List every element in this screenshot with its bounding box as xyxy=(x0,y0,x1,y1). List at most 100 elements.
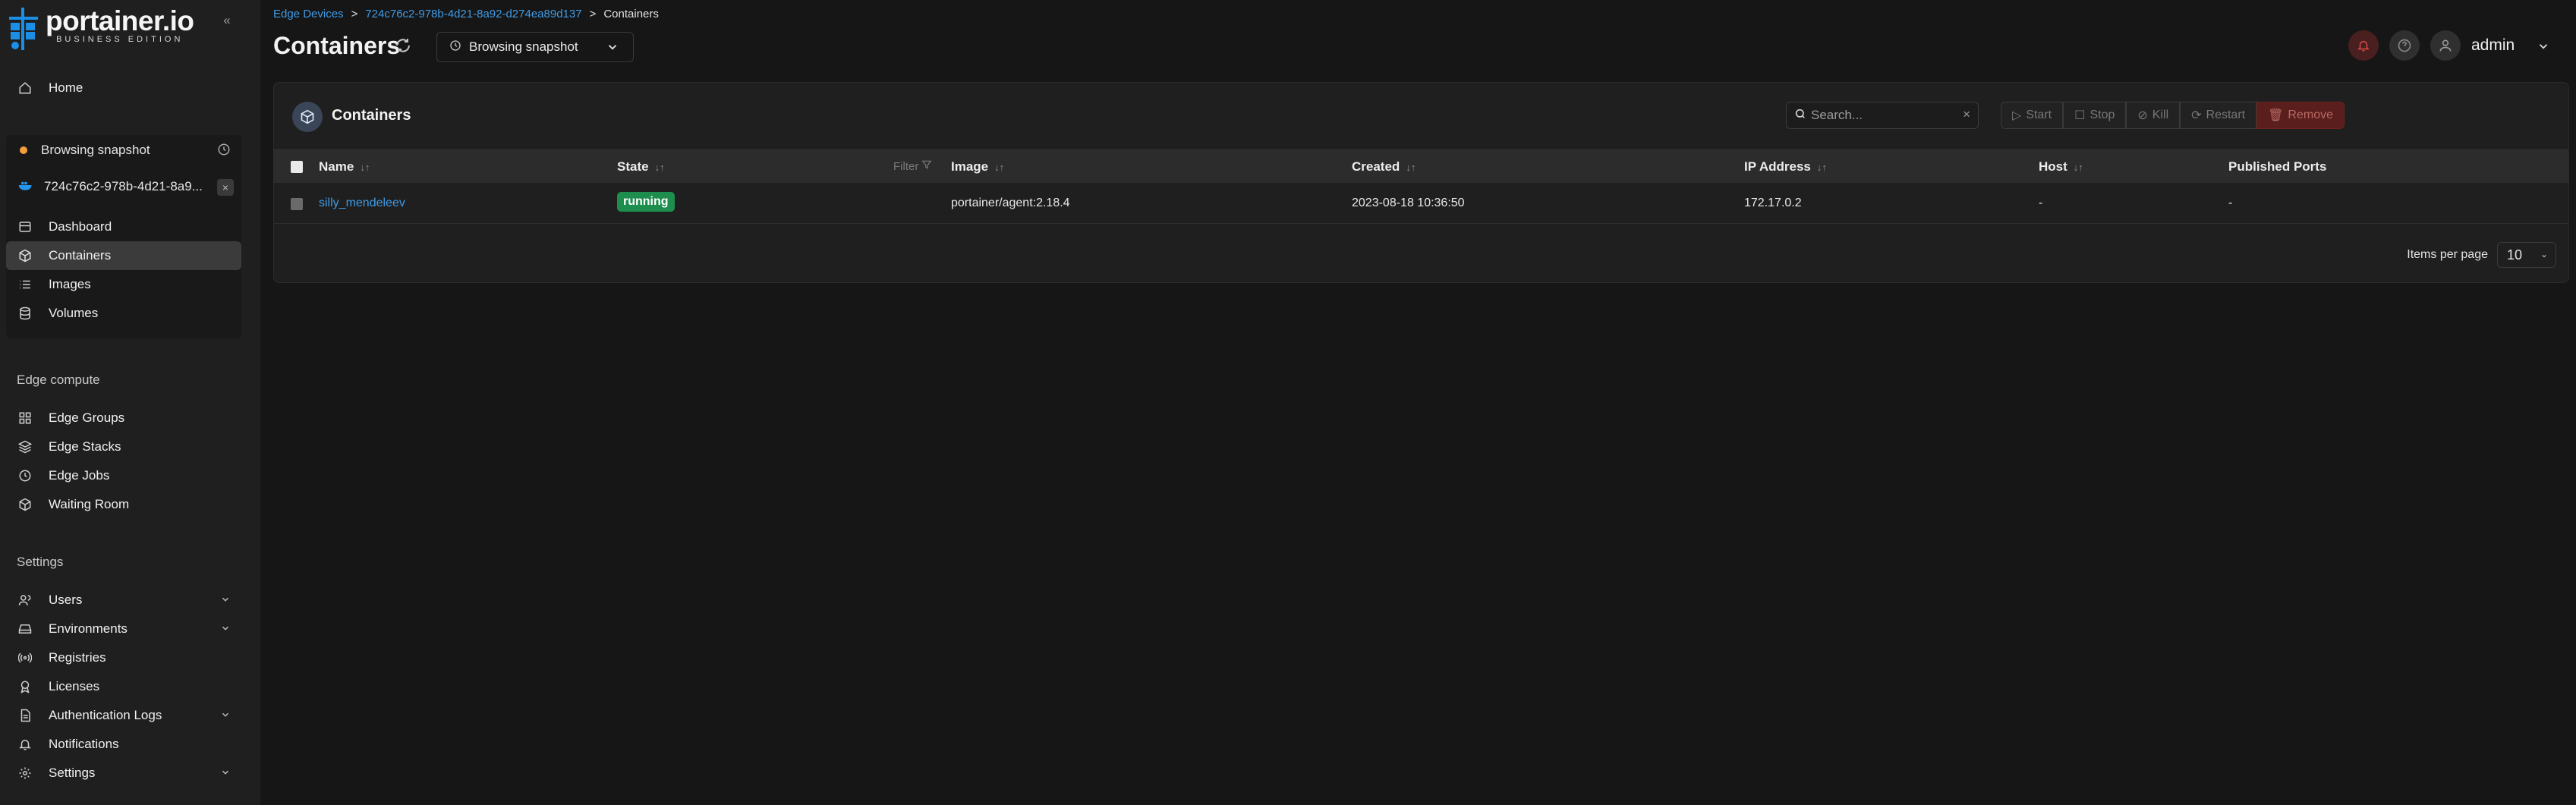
chevron-down-icon[interactable] xyxy=(220,766,231,781)
header-actions: admin xyxy=(2348,30,2576,64)
notifications-bell-icon[interactable] xyxy=(2348,30,2379,61)
portainer-logo[interactable]: portainer.io BUSINESS EDITION xyxy=(5,6,194,52)
sort-icon: ↓↑ xyxy=(2073,161,2083,173)
sidebar-item-edge-stacks[interactable]: Edge Stacks xyxy=(6,432,241,461)
chevron-down-icon[interactable] xyxy=(220,593,231,608)
box-icon xyxy=(17,496,33,513)
column-image-label: Image xyxy=(951,159,989,174)
sidebar-item-users[interactable]: Users xyxy=(6,586,241,615)
stop-button[interactable]: ☐ Stop xyxy=(2063,102,2127,129)
sort-icon: ↓↑ xyxy=(1406,161,1416,173)
sidebar-item-edge-jobs[interactable]: Edge Jobs xyxy=(6,461,241,490)
history-icon xyxy=(449,39,461,55)
clock-icon xyxy=(17,467,33,484)
username[interactable]: admin xyxy=(2471,36,2515,55)
chevron-down-icon[interactable] xyxy=(220,709,231,724)
container-name-link[interactable]: silly_mendeleev xyxy=(319,197,405,210)
history-icon[interactable] xyxy=(217,143,231,160)
sidebar-item-label: Waiting Room xyxy=(49,497,130,511)
column-created-label: Created xyxy=(1352,159,1400,174)
sidebar-item-registries[interactable]: Registries xyxy=(6,643,241,672)
sidebar-item-environments[interactable]: Environments xyxy=(6,615,241,643)
sidebar-item-label: Edge Groups xyxy=(49,410,125,425)
sidebar-item-home[interactable]: Home xyxy=(6,74,241,102)
sidebar-item-settings[interactable]: Settings xyxy=(6,759,241,788)
start-button[interactable]: ▷ Start xyxy=(2001,102,2064,129)
row-checkbox[interactable] xyxy=(291,198,303,210)
sidebar-item-notifications[interactable]: Notifications xyxy=(6,730,241,759)
sidebar-item-edge-groups[interactable]: Edge Groups xyxy=(6,404,241,432)
breadcrumb-environment[interactable]: 724c76c2-978b-4d21-8a92-d274ea89d137 xyxy=(365,8,581,20)
sidebar-item-images[interactable]: Images xyxy=(6,270,241,299)
sidebar-item-containers[interactable]: Containers xyxy=(6,241,241,270)
sidebar-item-label: Containers xyxy=(49,248,112,263)
container-actions: ▷ Start ☐ Stop ⊘ Kill ⟳ Restart 🗑 Remove xyxy=(2001,102,2345,129)
column-ip-address[interactable]: IP Address ↓↑ xyxy=(1744,159,1827,175)
status-badge: running xyxy=(617,192,675,212)
logo-icon xyxy=(9,8,38,50)
refresh-icon: ⟳ xyxy=(2191,109,2202,122)
grid-icon xyxy=(17,410,33,426)
stop-button-label: Stop xyxy=(2089,108,2115,121)
restart-button[interactable]: ⟳ Restart xyxy=(2180,102,2257,129)
home-icon xyxy=(17,80,33,96)
column-state-label: State xyxy=(617,159,649,174)
collapse-sidebar-icon[interactable]: « xyxy=(219,12,235,29)
help-icon[interactable] xyxy=(2389,30,2420,61)
column-name[interactable]: Name ↓↑ xyxy=(319,159,370,175)
state-filter[interactable]: Filter xyxy=(893,159,932,173)
chevron-down-icon[interactable] xyxy=(220,622,231,637)
container-ip: 172.17.0.2 xyxy=(1744,197,1802,209)
column-host[interactable]: Host ↓↑ xyxy=(2039,159,2083,175)
user-avatar-icon[interactable] xyxy=(2430,30,2461,61)
remove-button[interactable]: 🗑 Remove xyxy=(2256,102,2345,129)
column-state[interactable]: State ↓↑ xyxy=(617,159,665,175)
kill-button-label: Kill xyxy=(2152,108,2169,121)
sidebar-item-label: Registries xyxy=(49,650,106,665)
select-all-checkbox[interactable] xyxy=(291,161,303,173)
sidebar-item-label: Volumes xyxy=(49,306,99,320)
search-box: × xyxy=(1786,102,1979,129)
column-ports-label: Published Ports xyxy=(2228,159,2327,174)
sidebar-item-waiting-room[interactable]: Waiting Room xyxy=(6,490,241,519)
sidebar-item-label: Notifications xyxy=(49,737,119,751)
breadcrumb-current: Containers xyxy=(603,8,659,20)
column-ip-label: IP Address xyxy=(1744,159,1811,174)
layers-icon xyxy=(17,439,33,455)
card-header: Containers × ▷ Start ☐ Stop ⊘ xyxy=(274,83,2568,149)
breadcrumb-edge-devices[interactable]: Edge Devices xyxy=(273,8,344,20)
clear-search-icon[interactable]: × xyxy=(1963,107,1970,122)
kill-button[interactable]: ⊘ Kill xyxy=(2126,102,2181,129)
sort-icon: ↓↑ xyxy=(994,161,1005,173)
snapshot-indicator: Browsing snapshot xyxy=(6,135,241,165)
sidebar-item-label: Settings xyxy=(49,766,96,780)
sidebar-item-label: Environments xyxy=(49,621,128,636)
search-input[interactable] xyxy=(1811,108,1955,123)
sidebar-item-volumes[interactable]: Volumes xyxy=(6,299,241,328)
table-header: Name ↓↑ State ↓↑ Filter Image ↓↑ Created ↓↑ … xyxy=(274,149,2568,183)
containers-card: Containers × ▷ Start ☐ Stop ⊘ xyxy=(273,82,2569,283)
dashboard-icon xyxy=(17,219,33,235)
sidebar-item-dashboard[interactable]: Dashboard xyxy=(6,212,241,241)
close-environment-icon[interactable]: × xyxy=(217,179,234,196)
settings-heading: Settings xyxy=(17,555,64,569)
sort-icon: ↓↑ xyxy=(1816,161,1827,173)
sidebar-item-label: Users xyxy=(49,593,83,607)
column-created[interactable]: Created ↓↑ xyxy=(1352,159,1416,175)
sidebar-item-label: Images xyxy=(49,277,91,291)
container-ports: - xyxy=(2228,197,2233,209)
chevron-down-icon[interactable] xyxy=(2537,39,2550,57)
container-created: 2023-08-18 10:36:50 xyxy=(1352,197,1465,209)
environment-selected[interactable]: 724c76c2-978b-4d21-8a9... × xyxy=(6,171,241,202)
sidebar-item-licenses[interactable]: Licenses xyxy=(6,672,241,701)
items-per-page-select[interactable]: 10 ⌄ xyxy=(2497,242,2556,268)
column-image[interactable]: Image ↓↑ xyxy=(951,159,1004,175)
snapshot-dropdown[interactable]: Browsing snapshot xyxy=(436,32,634,62)
docker-icon xyxy=(18,179,33,195)
snapshot-label: Browsing snapshot xyxy=(41,143,150,157)
sidebar-item-authentication-logs[interactable]: Authentication Logs xyxy=(6,701,241,730)
refresh-icon[interactable] xyxy=(394,36,412,58)
sort-icon: ↓↑ xyxy=(360,161,370,173)
table-row: silly_mendeleev running portainer/agent:… xyxy=(274,183,2568,224)
column-host-label: Host xyxy=(2039,159,2067,174)
